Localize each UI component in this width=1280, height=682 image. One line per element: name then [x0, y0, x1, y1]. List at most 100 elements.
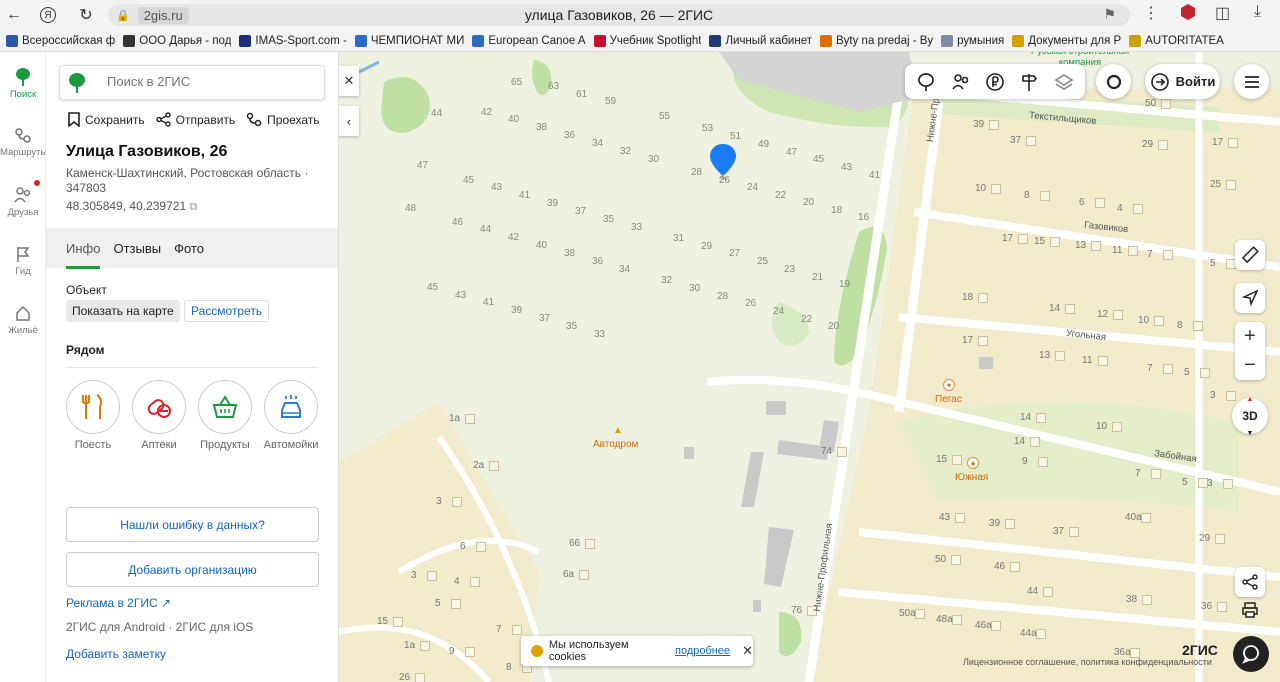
house-number: 39 [511, 305, 523, 316]
back-icon[interactable]: ← [0, 1, 28, 29]
license-link[interactable]: Лицензионное соглашение, политика конфид… [963, 657, 1212, 667]
building-number: 10 [1138, 315, 1150, 326]
friends-icon[interactable] [951, 72, 971, 92]
download-icon[interactable]: ⤓ [1254, 3, 1261, 21]
building-number: 2a [473, 460, 485, 471]
search-input[interactable] [107, 74, 307, 89]
rail-friends[interactable]: Друзья [0, 180, 46, 218]
inspect-button[interactable]: Рассмотреть [184, 300, 270, 322]
bookmark-item[interactable]: Документы для Р [1012, 34, 1121, 47]
category-car-wash[interactable]: Автомойки [258, 380, 324, 451]
place-coords[interactable]: 48.305849, 40.239721 ⧉ [66, 199, 197, 214]
house-number: 37 [539, 313, 551, 324]
routes-icon [15, 128, 31, 143]
house-number: 48 [405, 203, 417, 214]
bookmark-item[interactable]: Всероссийская ф [6, 34, 115, 47]
layers-icon[interactable] [1054, 72, 1074, 92]
tab-reviews[interactable]: Отзывы [113, 241, 161, 256]
copy-icon[interactable]: ⧉ [189, 201, 197, 213]
save-button[interactable]: Сохранить [68, 112, 145, 127]
bookmark-item[interactable]: IMAS-Sport.com - [239, 34, 347, 47]
building-footprint [1010, 562, 1020, 572]
menu-dots-icon[interactable]: ⋮ [1143, 3, 1159, 23]
building-number: 76 [791, 605, 803, 616]
bookmark-item[interactable]: European Canoe A [472, 34, 586, 47]
house-number: 35 [603, 214, 615, 225]
share-button[interactable]: Отправить [155, 112, 235, 127]
bookmark-item[interactable]: Личный кабинет [709, 34, 812, 47]
login-button[interactable]: Войти [1145, 64, 1220, 99]
nearby-title: Рядом [66, 343, 105, 357]
map-canvas[interactable]: 65 63 61 59 44 42 40 38 36 34 32 30 55 53 51 49 47 45 43 41… [339, 52, 1280, 682]
locate-button[interactable] [1235, 283, 1265, 313]
cookie-more-link[interactable]: подробнее [675, 645, 730, 657]
building-footprint [1050, 237, 1060, 247]
building-number: 66 [569, 538, 581, 549]
poi-yuzhnaya-icon: ♦ [967, 457, 979, 469]
building-footprint [1043, 587, 1053, 597]
search-box[interactable] [59, 65, 325, 100]
building-number: 10 [1096, 421, 1108, 432]
category-grocery[interactable]: Продукты [192, 380, 258, 451]
bookmark-item[interactable]: ООО Дарья - под [123, 34, 231, 47]
cookie-banner: Мы используем cookies подробнее ✕ [521, 636, 753, 666]
bookmark-item[interactable]: румыния [941, 34, 1004, 47]
building-number: 18 [962, 292, 974, 303]
category-food[interactable]: Поесть [60, 380, 126, 451]
extensions-icon[interactable]: ◫ [1215, 3, 1230, 23]
poi-autodrom[interactable]: Автодром [593, 439, 638, 450]
rail-housing[interactable]: Жильё [0, 304, 46, 336]
tab-photos[interactable]: Фото [174, 241, 204, 256]
rail-routes[interactable]: Маршруты [0, 126, 47, 158]
bookmark-item[interactable]: AUTORITATEA [1129, 34, 1224, 47]
building-number: 8 [1177, 320, 1183, 331]
reload-icon[interactable]: ↻ [72, 1, 100, 29]
signpost-icon[interactable] [1019, 72, 1039, 92]
show-on-map-button[interactable]: Показать на карте [66, 300, 180, 322]
menu-button[interactable] [1234, 64, 1269, 99]
category-pharmacy[interactable]: Аптеки [126, 380, 192, 451]
add-organization-button[interactable]: Добавить организацию [66, 552, 319, 587]
rail-guide[interactable]: Гид [0, 245, 46, 277]
add-note-link[interactable]: Добавить заметку [66, 647, 166, 661]
protect-icon[interactable] [1179, 3, 1197, 26]
house-number: 36 [592, 256, 604, 267]
flag-icon [17, 247, 30, 262]
bookmark-icon[interactable]: ⚑ [1103, 6, 1116, 23]
building-number: 17 [1212, 137, 1224, 148]
3d-button[interactable]: ▲ 3D ▼ [1232, 396, 1268, 437]
ad-link[interactable]: Реклама в 2ГИС ↗ [66, 596, 171, 610]
apps-links[interactable]: 2ГИС для Android · 2ГИС для iOS [66, 620, 253, 634]
building-number: 74 [821, 446, 833, 457]
report-error-button[interactable]: Нашли ошибку в данных? [66, 507, 319, 542]
share-map-button[interactable] [1235, 567, 1265, 597]
ruler-button[interactable] [1235, 240, 1265, 270]
building-footprint [1018, 234, 1028, 244]
poi-yuzhnaya[interactable]: Южная [955, 472, 988, 483]
address-bar[interactable]: 🔒 2gis.ru улица Газовиков, 26 — 2ГИС ⚑ [108, 4, 1130, 26]
house-number: 16 [858, 212, 870, 223]
collapse-panel-button[interactable]: ‹ [339, 106, 359, 136]
yandex-icon[interactable]: Я [34, 1, 62, 29]
compass-button[interactable] [1096, 64, 1131, 99]
ruble-icon[interactable] [985, 72, 1005, 92]
zoom-in-button[interactable]: + [1235, 322, 1265, 351]
bookmark-item[interactable]: Byty na predaj - By [820, 34, 933, 47]
rail-search[interactable]: Поиск [0, 68, 46, 100]
site-favicon-icon [941, 34, 954, 47]
selected-marker-icon[interactable] [708, 142, 738, 180]
divider [66, 367, 318, 368]
friends-icon [14, 187, 31, 203]
building-footprint [1193, 321, 1203, 331]
close-icon[interactable]: ✕ [742, 643, 753, 659]
tab-info[interactable]: Инфо [66, 241, 101, 269]
bookmark-item[interactable]: Учебник Spotlight [593, 34, 701, 47]
bookmark-item[interactable]: ЧЕМПИОНАТ МИ [354, 34, 464, 47]
print-button[interactable] [1235, 595, 1265, 625]
poi-pegas[interactable]: Пегас [935, 394, 962, 405]
route-button[interactable]: Проехать [246, 112, 320, 127]
chat-button[interactable] [1233, 636, 1269, 672]
pin-leaf-outline-icon[interactable] [916, 72, 936, 92]
zoom-out-button[interactable]: − [1235, 351, 1265, 380]
close-panel-button[interactable]: ✕ [339, 66, 359, 96]
